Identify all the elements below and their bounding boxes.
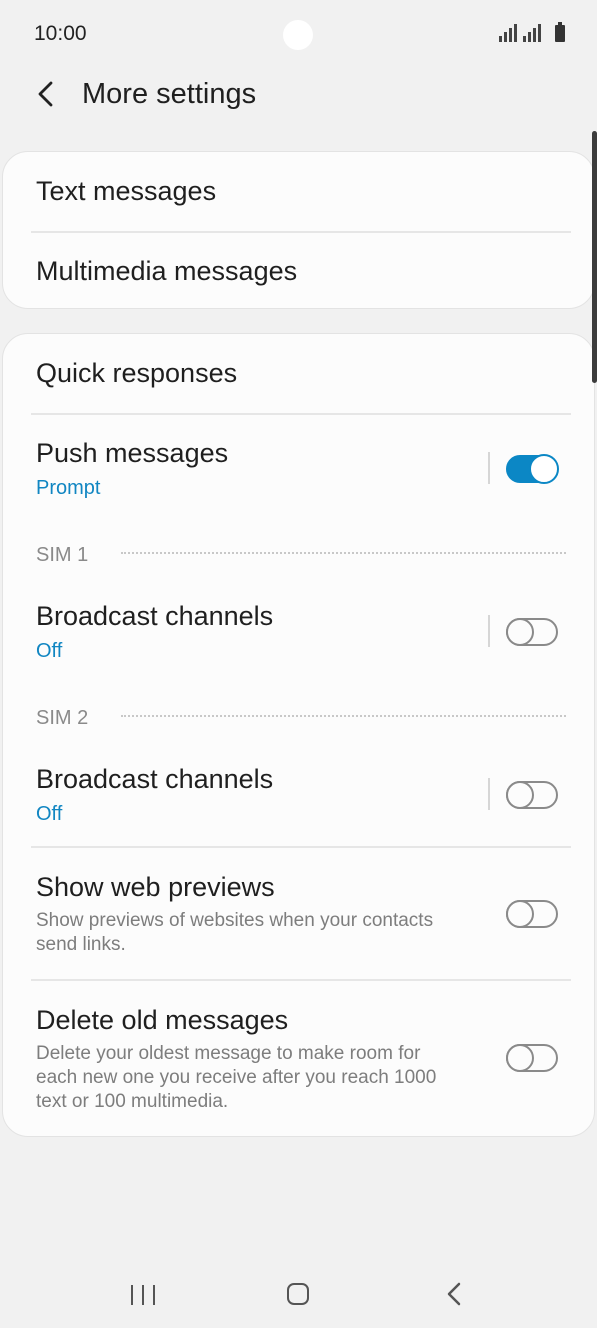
broadcast-channels-sim1-label: Broadcast channels — [36, 601, 274, 631]
nav-back-icon[interactable] — [444, 1280, 464, 1308]
scrollbar[interactable] — [592, 131, 597, 383]
text-messages-item[interactable]: Text messages — [3, 152, 594, 232]
delete-old-messages-desc: Delete your oldest message to make room … — [36, 1043, 437, 1112]
chevron-left-icon — [38, 81, 53, 107]
status-bar: 10:00 — [0, 0, 597, 70]
vertical-separator — [488, 778, 490, 810]
quick-responses-label: Quick responses — [36, 358, 238, 388]
vertical-separator — [488, 452, 490, 484]
vertical-separator — [488, 615, 490, 647]
broadcast-channels-sim2-value: Off — [36, 803, 63, 825]
multimedia-messages-label: Multimedia messages — [36, 256, 298, 286]
settings-card-messages: Text messages Multimedia messages — [2, 151, 595, 309]
push-messages-item[interactable]: Push messages Prompt — [3, 416, 594, 516]
delete-old-messages-item[interactable]: Delete old messages Delete your oldest m… — [3, 981, 594, 1136]
sim1-header: SIM 1 — [36, 544, 89, 566]
broadcast-channels-sim1-toggle[interactable] — [506, 618, 558, 646]
battery-icon — [555, 22, 565, 42]
quick-responses-item[interactable]: Quick responses — [3, 334, 594, 414]
divider — [31, 413, 571, 415]
sim2-header: SIM 2 — [36, 707, 89, 729]
delete-old-messages-label: Delete old messages — [36, 1005, 289, 1035]
toggle-knob — [506, 1044, 534, 1072]
signal-icon — [499, 24, 517, 42]
recents-icon[interactable] — [131, 1285, 155, 1305]
signal-icon — [523, 24, 541, 42]
text-messages-label: Text messages — [36, 176, 217, 206]
section-divider — [121, 715, 566, 717]
toggle-knob — [506, 900, 534, 928]
multimedia-messages-item[interactable]: Multimedia messages — [3, 232, 594, 310]
settings-card-more: Quick responses Push messages Prompt SIM… — [2, 333, 595, 1137]
push-messages-value: Prompt — [36, 477, 101, 499]
show-web-previews-label: Show web previews — [36, 872, 275, 902]
delete-old-messages-toggle[interactable] — [506, 1044, 558, 1072]
section-divider — [121, 552, 566, 554]
show-web-previews-toggle[interactable] — [506, 900, 558, 928]
push-messages-toggle[interactable] — [506, 454, 559, 484]
toggle-knob — [529, 454, 559, 484]
broadcast-channels-sim2-label: Broadcast channels — [36, 764, 274, 794]
broadcast-channels-sim2-toggle[interactable] — [506, 781, 558, 809]
home-icon[interactable] — [287, 1283, 309, 1305]
broadcast-channels-sim2-item[interactable]: Broadcast channels Off — [3, 742, 594, 846]
page-title: More settings — [82, 78, 257, 110]
broadcast-channels-sim1-value: Off — [36, 640, 63, 662]
status-icons — [499, 22, 565, 42]
push-messages-label: Push messages — [36, 438, 229, 468]
camera-hole — [283, 20, 313, 50]
navigation-bar — [0, 1258, 597, 1328]
app-bar: More settings — [0, 62, 597, 126]
show-web-previews-item[interactable]: Show web previews Show previews of websi… — [3, 848, 594, 980]
show-web-previews-desc: Show previews of websites when your cont… — [36, 910, 434, 955]
status-time: 10:00 — [34, 22, 87, 45]
toggle-knob — [506, 781, 534, 809]
toggle-knob — [506, 618, 534, 646]
broadcast-channels-sim1-item[interactable]: Broadcast channels Off — [3, 579, 594, 679]
back-button[interactable] — [26, 74, 66, 114]
